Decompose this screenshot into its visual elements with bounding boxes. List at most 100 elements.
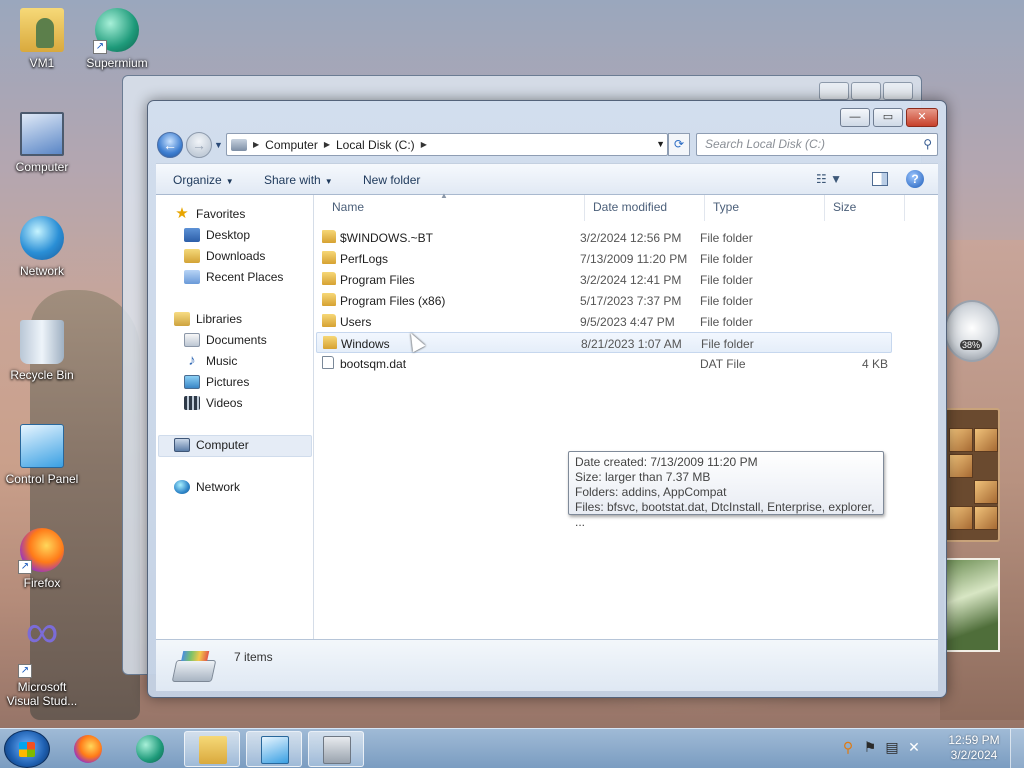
file-list: ▲ Name Date modified Type Size $WINDOWS.… — [316, 191, 938, 639]
star-icon: ★ — [175, 205, 189, 222]
taskbar: ⚲ ⚑ ▤ ✕ 12:59 PM 3/2/2024 — [0, 728, 1024, 768]
desktop-icon-label: Recycle Bin — [10, 368, 74, 382]
change-view-button[interactable]: ☷ ▼ — [816, 172, 842, 186]
taskbar-app[interactable] — [308, 731, 364, 767]
back-button[interactable]: ← — [157, 132, 183, 158]
chevron-right-icon[interactable]: ▶ — [324, 140, 330, 149]
videos-icon — [184, 396, 200, 410]
explorer-window[interactable]: — ▭ ✕ ← → ▼ ▶ Computer ▶ Local Disk (C:)… — [147, 100, 947, 698]
folder-icon — [323, 336, 337, 349]
volume-muted-icon[interactable]: ✕ — [906, 739, 922, 756]
close-button[interactable]: ✕ — [906, 108, 938, 127]
column-header-type[interactable]: Type — [713, 200, 739, 214]
desktop-icon-recycle-bin[interactable]: Recycle Bin — [0, 320, 84, 382]
pictures-icon — [184, 375, 200, 389]
address-history-dropdown[interactable]: ▼ — [656, 139, 665, 149]
command-bar: Organize ▼ Share with ▼ New folder ☷ ▼ ? — [156, 163, 938, 195]
nav-item-recent-places[interactable]: Recent Places — [184, 270, 283, 284]
desktop-icon-label: VM1 — [29, 56, 55, 70]
column-header-size[interactable]: Size — [833, 200, 856, 214]
desktop-icon-computer[interactable]: Computer — [0, 112, 84, 174]
folder-info-tooltip: Date created: 7/13/2009 11:20 PM Size: l… — [568, 451, 884, 529]
nav-item-music[interactable]: ♪ Music — [184, 353, 237, 368]
table-row[interactable]: bootsqm.dat DAT File 4 KB — [316, 353, 892, 374]
preview-pane-icon[interactable] — [872, 172, 888, 186]
table-row-hovered[interactable]: Windows 8/21/2023 1:07 AM File folder — [316, 332, 892, 353]
search-icon[interactable]: ⚲ — [923, 134, 932, 155]
control-panel-icon — [20, 424, 64, 468]
action-center-flag-icon[interactable]: ⚑ — [862, 739, 878, 756]
details-pane: 7 items — [156, 639, 938, 691]
minimize-button[interactable]: — — [840, 108, 870, 127]
desktop-icon-visual-studio[interactable]: ↗ Microsoft Visual Stud... — [0, 624, 84, 708]
nav-item-libraries[interactable]: Libraries — [174, 312, 242, 326]
table-row[interactable]: Program Files (x86) 5/17/2023 7:37 PM Fi… — [316, 290, 892, 311]
start-button[interactable] — [4, 730, 50, 768]
desktop-icon-label: Control Panel — [5, 472, 79, 486]
libraries-icon — [174, 312, 190, 326]
table-row[interactable]: $WINDOWS.~BT 3/2/2024 12:56 PM File fold… — [316, 227, 892, 248]
show-desktop-button[interactable] — [1010, 729, 1024, 768]
search-input[interactable]: Search Local Disk (C:) ⚲ — [696, 133, 938, 156]
item-count: 7 items — [234, 650, 273, 664]
chevron-right-icon[interactable]: ▶ — [421, 140, 427, 149]
breadcrumb-computer[interactable]: Computer — [265, 138, 318, 152]
organize-menu[interactable]: Organize ▼ — [173, 173, 234, 187]
table-row[interactable]: PerfLogs 7/13/2009 11:20 PM File folder — [316, 248, 892, 269]
taskbar-firefox[interactable] — [60, 731, 116, 767]
desktop-icon-network[interactable]: Network — [0, 216, 84, 278]
desktop-icon-label: Firefox — [23, 576, 61, 590]
user-folder-icon — [20, 8, 64, 52]
picture-puzzle-gadget[interactable] — [944, 408, 1000, 542]
forward-button[interactable]: → — [186, 132, 212, 158]
table-row[interactable]: Program Files 3/2/2024 12:41 PM File fol… — [316, 269, 892, 290]
taskbar-supermium[interactable] — [122, 731, 178, 767]
column-header-name[interactable]: Name — [332, 200, 364, 214]
desktop-icon-control-panel[interactable]: Control Panel — [0, 424, 84, 486]
share-with-menu[interactable]: Share with ▼ — [264, 173, 333, 187]
nav-item-computer[interactable]: Computer — [174, 438, 249, 452]
nav-item-desktop[interactable]: Desktop — [184, 228, 250, 242]
drive-icon — [171, 660, 217, 682]
system-tray: ⚲ ⚑ ▤ ✕ — [840, 739, 922, 756]
desktop-icon-firefox[interactable]: ↗ Firefox — [0, 528, 84, 590]
clock-time: 12:59 PM — [948, 733, 1000, 747]
table-row[interactable]: Users 9/5/2023 4:47 PM File folder — [316, 311, 892, 332]
supermium-icon: ↗ — [93, 8, 139, 54]
content-area: ★ Favorites Desktop Downloads Recent Plac… — [156, 191, 938, 639]
drive-icon — [231, 138, 247, 151]
column-header-date-modified[interactable]: Date modified — [593, 200, 667, 214]
nav-item-downloads[interactable]: Downloads — [184, 249, 265, 263]
help-icon[interactable]: ? — [906, 170, 924, 188]
network-icon — [174, 480, 190, 494]
nav-item-network[interactable]: Network — [174, 480, 240, 494]
computer-icon — [174, 438, 190, 452]
new-folder-button[interactable]: New folder — [363, 173, 420, 187]
recycle-bin-icon — [20, 320, 64, 364]
search-icon[interactable]: ⚲ — [840, 739, 856, 756]
taskbar-control-panel[interactable] — [246, 731, 302, 767]
chevron-right-icon[interactable]: ▶ — [253, 140, 259, 149]
application-icon — [323, 736, 351, 764]
desktop-icon-vm1[interactable]: VM1 — [0, 8, 84, 70]
network-status-icon[interactable]: ▤ — [884, 739, 900, 756]
slideshow-gadget[interactable] — [944, 558, 1000, 652]
nav-item-pictures[interactable]: Pictures — [184, 375, 249, 389]
desktop-icon-supermium[interactable]: ↗ Supermium — [75, 8, 159, 70]
firefox-icon: ↗ — [18, 528, 64, 574]
maximize-button[interactable]: ▭ — [873, 108, 903, 127]
recent-pages-dropdown[interactable]: ▼ — [214, 140, 223, 150]
breadcrumb-local-disk[interactable]: Local Disk (C:) — [336, 138, 415, 152]
nav-item-documents[interactable]: Documents — [184, 333, 267, 347]
nav-item-favorites[interactable]: ★ Favorites — [174, 205, 245, 222]
refresh-button[interactable]: ⟳ — [668, 133, 690, 156]
computer-icon — [20, 112, 64, 156]
address-bar[interactable]: ▶ Computer ▶ Local Disk (C:) ▶ ▼ — [226, 133, 668, 156]
firefox-icon — [74, 735, 102, 763]
taskbar-explorer[interactable] — [184, 731, 240, 767]
nav-item-videos[interactable]: Videos — [184, 396, 242, 410]
folder-icon — [322, 272, 336, 285]
desktop-icon-label: Computer — [15, 160, 69, 174]
cpu-meter-gadget[interactable]: 38% — [944, 300, 1000, 362]
clock[interactable]: 12:59 PM 3/2/2024 — [944, 733, 1004, 763]
